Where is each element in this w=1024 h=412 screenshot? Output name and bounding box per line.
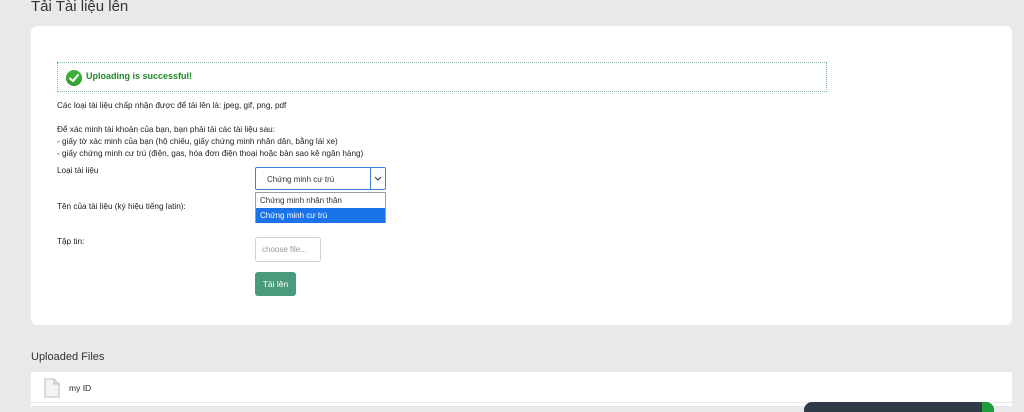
verify-intro-text: Để xác minh tài khoản của bạn, bạn phải … — [57, 125, 276, 134]
success-alert: Uploading is successful! — [57, 62, 827, 92]
requirement-2-text: - giấy chứng minh cư trú (điện, gas, hóa… — [57, 149, 364, 158]
requirement-1-text: - giấy tờ xác minh của bạn (hộ chiếu, gi… — [57, 137, 338, 146]
page-title: Tải Tài liệu lên — [31, 0, 129, 15]
upload-card: Uploading is successful! Các loại tài li… — [31, 26, 1012, 325]
doc-type-label: Loại tài liệu — [57, 166, 99, 175]
doc-type-select[interactable]: Chứng minh cư trú — [255, 167, 386, 190]
upload-button[interactable]: Tải lên — [255, 272, 296, 296]
choose-file-input[interactable]: choose file... — [255, 237, 321, 262]
accepted-types-text: Các loại tài liệu chấp nhận được để tải … — [57, 101, 287, 110]
doc-type-dropdown: Chứng minh nhân thân Chứng minh cư trú — [255, 192, 386, 223]
check-icon — [66, 70, 82, 86]
document-icon — [44, 378, 60, 403]
file-name[interactable]: my ID — [69, 383, 91, 393]
file-label: Tập tin: — [57, 237, 85, 246]
alert-message: Uploading is successful! — [86, 71, 193, 81]
uploaded-files-title: Uploaded Files — [31, 351, 105, 363]
option-residence[interactable]: Chứng minh cư trú — [256, 208, 385, 223]
doc-name-label: Tên của tài liệu (ký hiệu tiếng latin): — [57, 202, 186, 211]
file-row[interactable]: my ID — [31, 372, 1012, 403]
doc-type-value: Chứng minh cư trú — [267, 175, 335, 184]
floating-widget-bar[interactable] — [804, 402, 994, 412]
uploaded-files-panel: my ID — [31, 372, 1012, 406]
chevron-down-icon[interactable] — [370, 168, 385, 189]
option-identity[interactable]: Chứng minh nhân thân — [256, 193, 385, 208]
